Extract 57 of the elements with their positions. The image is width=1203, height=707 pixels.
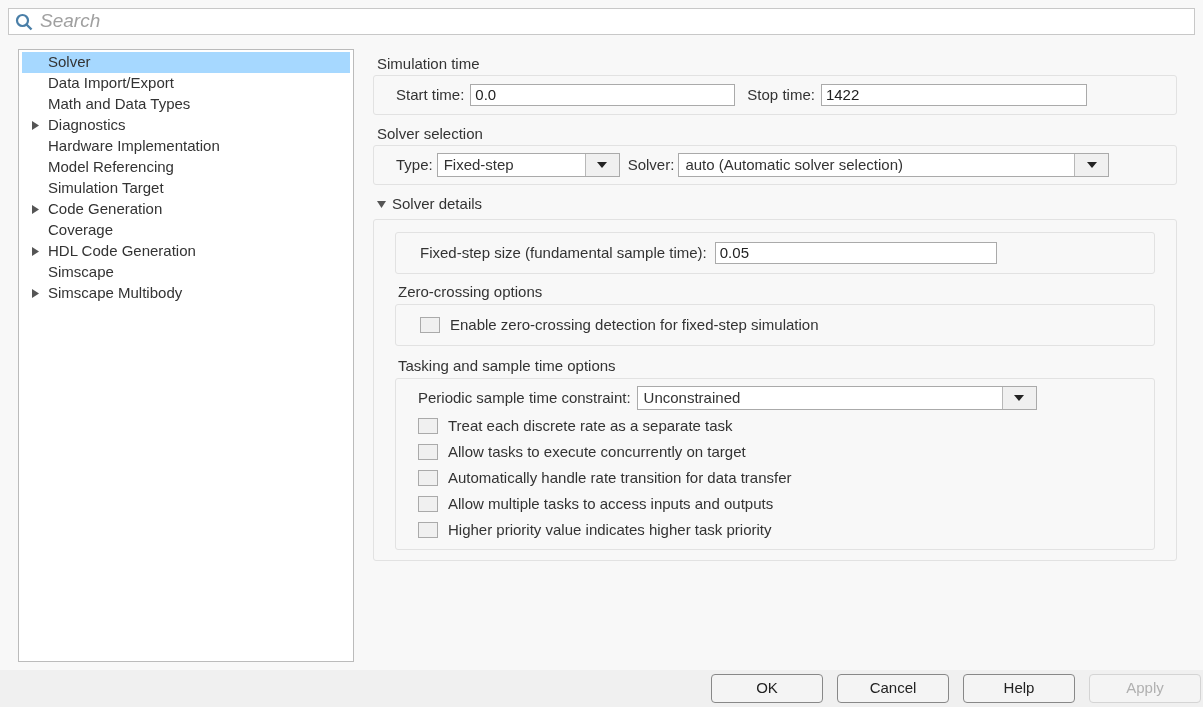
field-label: Periodic sample time constraint: [418, 387, 631, 408]
checkbox[interactable] [418, 470, 438, 486]
tree-item[interactable]: Hardware Implementation [22, 136, 350, 157]
caret-icon [1086, 162, 1097, 168]
expand-icon[interactable] [30, 289, 40, 298]
collapse-icon[interactable] [377, 199, 386, 209]
tree-item[interactable]: Data Import/Export [22, 73, 350, 94]
search-icon [15, 13, 33, 31]
tree-item[interactable]: Diagnostics [22, 115, 350, 136]
dialog-button[interactable]: Cancel [837, 674, 949, 703]
checkbox[interactable] [418, 418, 438, 434]
dropdown-button[interactable] [1074, 154, 1109, 176]
checkbox[interactable] [418, 496, 438, 512]
tree-item[interactable]: Simscape Multibody [22, 283, 350, 304]
field-label: Solver: [627, 154, 675, 175]
section-title: Simulation time [377, 54, 481, 74]
dialog-button[interactable]: OK [711, 674, 823, 703]
dropdown[interactable]: Unconstrained [636, 386, 1037, 410]
checkbox[interactable] [420, 317, 440, 333]
caret-icon [597, 162, 608, 168]
checkbox-label: Automatically handle rate transition for data transfer [448, 467, 792, 488]
checkbox-label: Treat each discrete rate as a separate task [448, 415, 733, 436]
expand-icon[interactable] [30, 205, 40, 214]
tree-item[interactable]: Math and Data Types [22, 94, 350, 115]
dropdown[interactable]: Fixed-step [436, 153, 620, 177]
checkbox[interactable] [418, 444, 438, 460]
checkbox-label: Allow tasks to execute concurrently on target [448, 441, 746, 462]
section-title: Solver selection [377, 124, 484, 144]
input-field[interactable]: 1422 [820, 84, 1087, 106]
tree-item[interactable]: HDL Code Generation [22, 241, 350, 262]
dropdown-button[interactable] [1001, 387, 1036, 409]
dropdown[interactable]: auto (Automatic solver selection) [678, 153, 1110, 177]
checkbox-label: Allow multiple tasks to access inputs and outputs [448, 493, 774, 514]
dropdown-button[interactable] [584, 154, 619, 176]
input-field[interactable]: 0.0 [470, 84, 736, 106]
search-field[interactable]: Search [8, 8, 1195, 35]
section-title: Solver details [392, 193, 483, 214]
tree-item[interactable]: Coverage [22, 220, 350, 241]
checkbox-label: Higher priority value indicates higher task priority [448, 519, 772, 540]
checkbox[interactable] [418, 522, 438, 538]
subgroup-title: Zero-crossing options [398, 282, 544, 302]
input-field[interactable]: 0.05 [714, 242, 997, 264]
tree-item[interactable]: Code Generation [22, 199, 350, 220]
expand-icon[interactable] [30, 121, 40, 130]
checkbox-label: Enable zero-crossing detection for fixed-step simulation [450, 314, 819, 335]
dialog-button[interactable]: Help [963, 674, 1075, 703]
field-label: Start time: [396, 84, 465, 105]
field-label: Stop time: [747, 84, 815, 105]
subgroup-title: Tasking and sample time options [398, 356, 617, 376]
tree-item[interactable]: Model Referencing [22, 157, 350, 178]
expand-icon[interactable] [30, 247, 40, 256]
field-label: Type: [396, 154, 433, 175]
field-label: Fixed-step size (fundamental sample time): [420, 242, 707, 263]
tree-item[interactable]: Solver [22, 52, 350, 73]
tree-item[interactable]: Simulation Target [22, 178, 350, 199]
tree-item[interactable]: Simscape [22, 262, 350, 283]
caret-icon [1014, 395, 1025, 401]
